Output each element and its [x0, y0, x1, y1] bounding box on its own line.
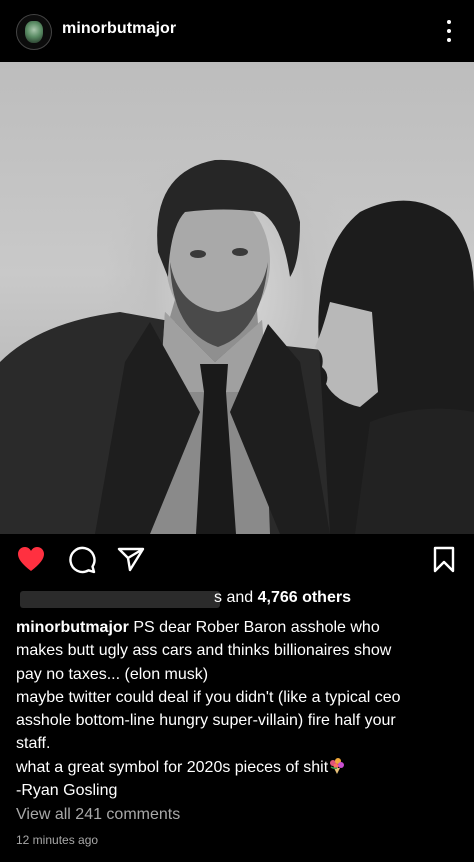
- redaction-bar: [20, 591, 220, 608]
- caption-line: -Ryan Gosling: [16, 782, 118, 800]
- likes-line[interactable]: s and 4,766 others: [16, 588, 456, 610]
- avatar[interactable]: [16, 14, 52, 50]
- post-timestamp: 12 minutes ago: [16, 833, 99, 847]
- post-photo[interactable]: [0, 62, 474, 534]
- bookmark-icon[interactable]: [432, 546, 456, 579]
- likes-count[interactable]: 4,766 others: [258, 589, 351, 606]
- caption-line: makes butt ugly ass cars and thinks bill…: [16, 642, 392, 660]
- more-vertical-icon[interactable]: [442, 20, 456, 42]
- caption: minorbutmajor PS dear Rober Baron asshol…: [16, 616, 462, 802]
- post-header: minorbutmajor: [0, 0, 474, 62]
- caption-line: what a great symbol for 2020s pieces of …: [16, 758, 329, 776]
- view-all-comments-link[interactable]: View all 241 comments: [16, 806, 180, 824]
- comment-icon[interactable]: [68, 546, 96, 579]
- caption-line: maybe twitter could deal if you didn't (…: [16, 688, 401, 706]
- photo-content: [0, 159, 474, 534]
- caption-line: PS dear Rober Baron asshole who: [133, 619, 380, 636]
- bouquet-emoji: [330, 757, 345, 774]
- caption-line: staff.: [16, 735, 51, 753]
- action-bar: [0, 538, 474, 582]
- caption-line: pay no taxes... (elon musk): [16, 665, 209, 683]
- share-icon[interactable]: [117, 546, 145, 577]
- caption-line: asshole bottom-line hungry super-villain…: [16, 712, 396, 730]
- post-username[interactable]: minorbutmajor: [62, 20, 176, 38]
- likes-prefix: s and: [214, 589, 254, 606]
- heart-icon[interactable]: [17, 546, 45, 577]
- caption-username[interactable]: minorbutmajor: [16, 619, 129, 636]
